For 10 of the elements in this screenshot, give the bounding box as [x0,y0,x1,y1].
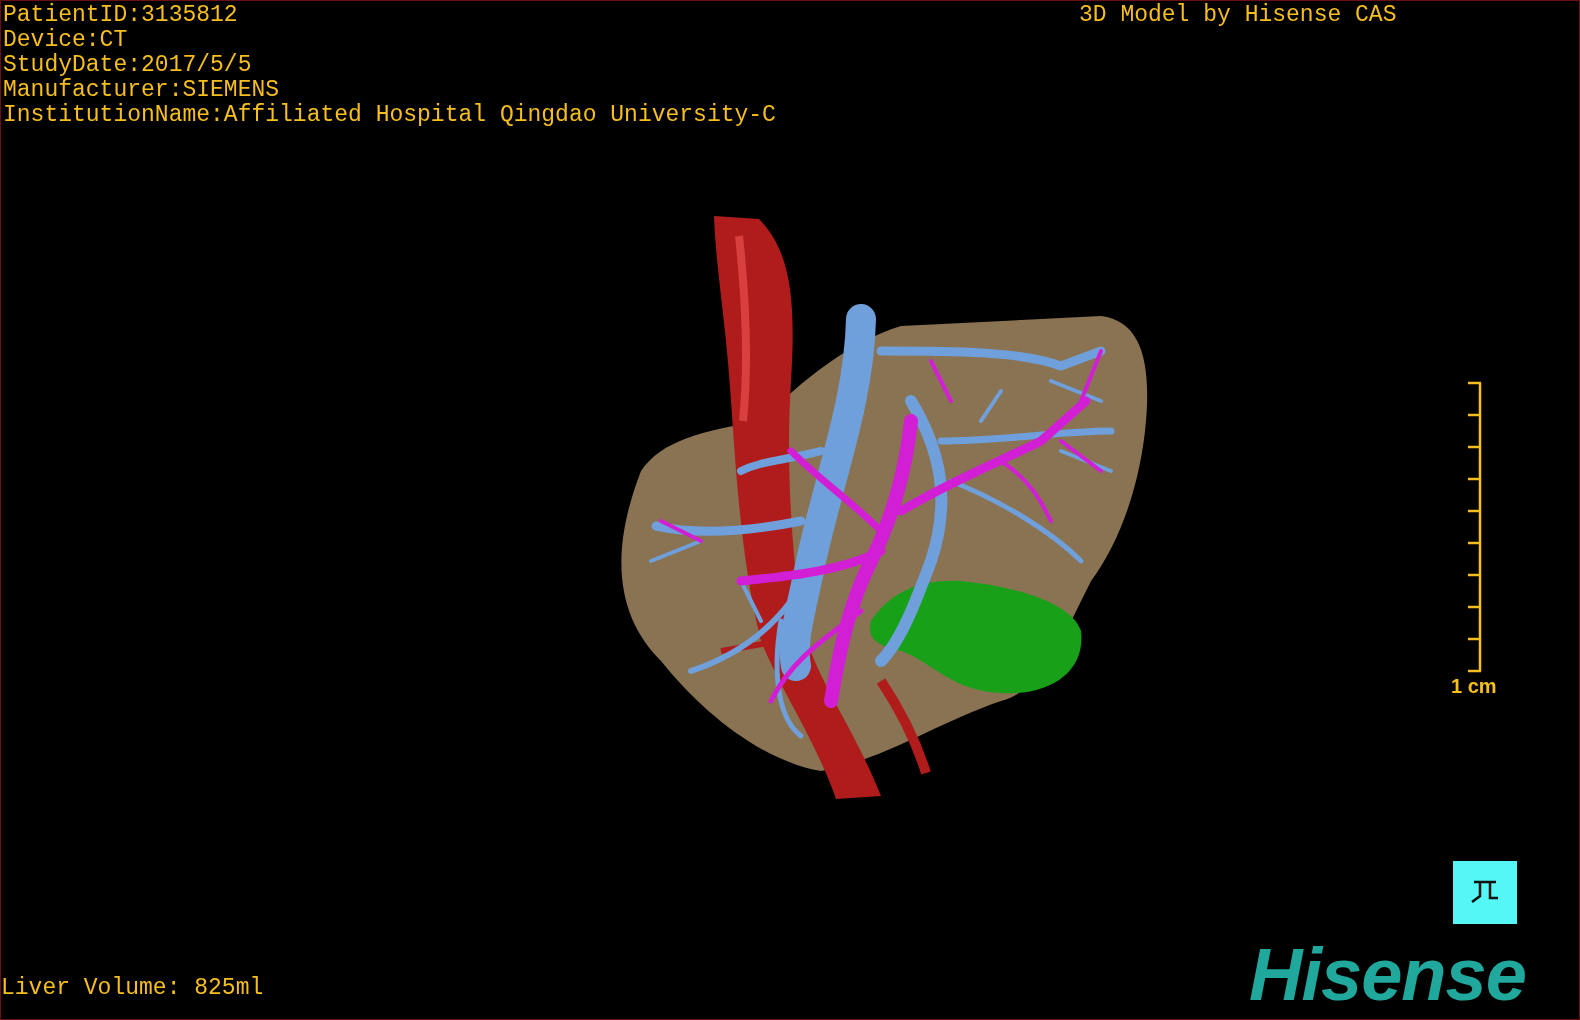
liver-volume-text: Liver Volume: 825ml [1,976,264,1001]
orientation-button[interactable] [1453,861,1517,924]
patient-info-text: StudyDate:2017/5/5 [3,53,253,78]
model-caption: 3D Model by Hisense CAS [1079,3,1397,28]
brand-logo: Hisense [1249,941,1526,1009]
patient-info-text: Device:CT [3,28,129,53]
patient-info-text: InstitutionName:Affiliated Hospital Qingdao University-C [3,103,776,128]
scale-label: 1 cm [1451,675,1497,697]
patient-info-text: PatientID:3135812 [3,3,239,28]
patient-info-text: Manufacturer:SIEMENS [3,78,281,103]
